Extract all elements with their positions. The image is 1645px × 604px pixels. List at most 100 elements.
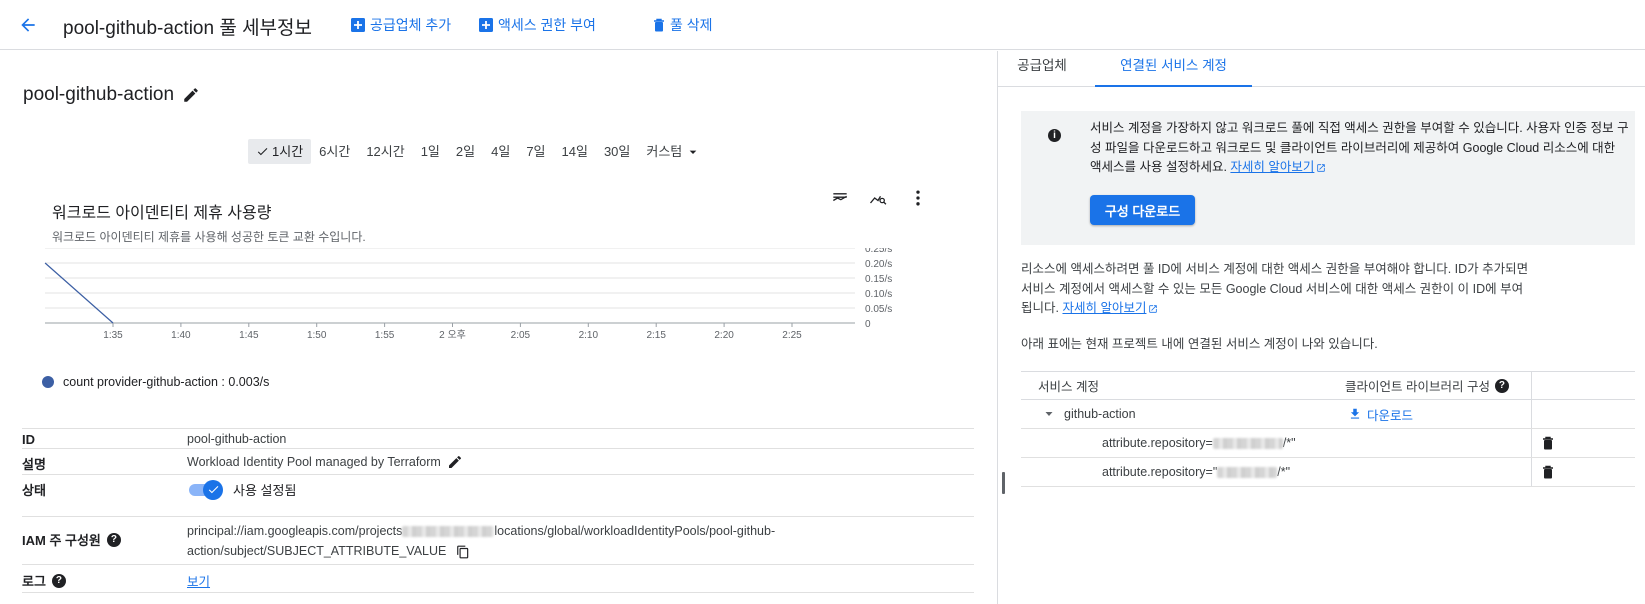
table-row: attribute.repository="/*": [1021, 458, 1635, 487]
time-range-1h[interactable]: 1시간: [248, 139, 312, 164]
time-range-14d[interactable]: 14일: [554, 139, 596, 164]
state-value: 사용 설정됨: [233, 483, 297, 498]
property-row-iam-principal: IAM 주 구성원 ? principal://iam.googleapis.c…: [22, 517, 974, 565]
legend-label: count provider-github-action : 0.003/s: [63, 375, 270, 389]
download-icon: [1350, 408, 1360, 419]
col-header-service-account: 서비스 계정: [1038, 380, 1099, 394]
help-icon[interactable]: ?: [106, 532, 121, 547]
time-range-12h[interactable]: 12시간: [358, 139, 412, 164]
time-range-2d[interactable]: 2일: [448, 139, 483, 164]
chart-subtitle: 워크로드 아이덴티티 제휴를 사용해 성공한 토큰 교환 수입니다.: [52, 230, 366, 244]
x-tick-label: 2 오후: [439, 329, 466, 341]
query-stats-icon: [869, 195, 887, 205]
check-icon: [208, 486, 218, 494]
delete-row-button[interactable]: [1542, 458, 1554, 486]
redacted-repository: [1217, 466, 1278, 478]
collapse-arrow-icon[interactable]: [1043, 408, 1055, 420]
time-range-6h[interactable]: 6시간: [311, 139, 358, 164]
add-box-icon: [351, 18, 365, 32]
chart-legend-toggle-button[interactable]: [828, 186, 852, 210]
usage-chart: 0 0.05/s 0.10/s 0.15/s 0.20/s 0.25/s 1:35 1:40 1…: [44, 248, 892, 341]
right-panel-tabs: 공급업체 연결된 서비스 계정: [998, 51, 1645, 87]
y-tick-label: 0.15/s: [865, 274, 892, 285]
state-label: 상태: [22, 483, 46, 498]
x-tick-label: 2:25: [782, 330, 802, 341]
info-icon: i: [1048, 129, 1061, 142]
add-provider-button[interactable]: 공급업체 추가: [351, 15, 451, 35]
enabled-toggle[interactable]: [187, 479, 223, 500]
table-row: attribute.repository=/*": [1021, 429, 1635, 458]
legend-toggle-icon: [832, 193, 847, 202]
add-provider-label: 공급업체 추가: [370, 17, 452, 33]
info-banner: i 서비스 계정을 가장하지 않고 워크로드 풀에 직접 액세스 권한을 부여할…: [1021, 111, 1635, 245]
chart-title: 워크로드 아이덴티티 제휴 사용량: [52, 205, 272, 222]
back-button[interactable]: [14, 11, 42, 39]
help-icon[interactable]: ?: [51, 573, 66, 588]
edit-pool-name-button[interactable]: [182, 86, 202, 106]
x-tick-label: 1:35: [103, 330, 123, 341]
edit-icon: [184, 88, 198, 102]
property-row-description: 설명 Workload Identity Pool managed by Ter…: [22, 449, 974, 475]
table-row-group: github-action 다운로드: [1021, 400, 1635, 429]
view-logs-link[interactable]: 보기: [187, 571, 210, 590]
logs-label: 로그: [22, 574, 46, 589]
chart-explore-button[interactable]: [866, 186, 890, 210]
x-tick-label: 1:45: [239, 330, 259, 341]
description-value: Workload Identity Pool managed by Terraf…: [187, 455, 441, 469]
x-tick-label: 1:55: [375, 330, 395, 341]
tab-providers[interactable]: 공급업체: [1012, 51, 1072, 87]
col-header-client-library: 클라이언트 라이브러리 구성 ?: [1345, 372, 1509, 399]
y-tick-label: 0.05/s: [865, 304, 892, 315]
time-range-30d[interactable]: 30일: [596, 139, 638, 164]
help-icon[interactable]: ?: [1494, 378, 1509, 393]
delete-icon: [1543, 465, 1553, 479]
grant-access-button[interactable]: 액세스 권한 부여: [479, 15, 596, 35]
pane-resize-handle[interactable]: [1002, 472, 1005, 494]
state-value-wrap: 사용 설정됨: [187, 479, 297, 500]
description-label: 설명: [22, 457, 46, 472]
download-link[interactable]: 다운로드: [1348, 400, 1413, 428]
pool-properties: ID pool-github-action 설명 Workload Identi…: [22, 428, 974, 593]
download-config-button[interactable]: 구성 다운로드: [1090, 195, 1195, 225]
iam-principal-label: IAM 주 구성원: [22, 533, 101, 548]
property-row-logs: 로그 ? 보기: [22, 565, 974, 593]
x-tick-label: 2:05: [511, 330, 531, 341]
group-name: github-action: [1064, 407, 1136, 421]
info-text: 서비스 계정을 가장하지 않고 워크로드 풀에 직접 액세스 권한을 부여할 수…: [1090, 121, 1629, 174]
delete-icon: [1543, 436, 1553, 450]
chart-more-button[interactable]: [906, 186, 930, 210]
time-range-7d[interactable]: 7일: [518, 139, 553, 164]
redacted-repository: [1212, 437, 1283, 449]
group-cell: github-action: [1043, 400, 1136, 428]
add-box-icon: [479, 18, 493, 32]
time-range-custom[interactable]: 커스텀: [638, 139, 709, 164]
learn-more-link[interactable]: 자세히 알아보기: [1062, 301, 1158, 315]
dropdown-arrow-icon: [689, 150, 697, 154]
grant-access-label: 액세스 권한 부여: [498, 17, 596, 33]
pane-divider: [997, 51, 998, 604]
time-range-1d[interactable]: 1일: [413, 139, 448, 164]
tab-service-accounts[interactable]: 연결된 서비스 계정: [1095, 51, 1252, 87]
service-account-table: 서비스 계정 클라이언트 라이브러리 구성 ? github-action 다운…: [1021, 371, 1635, 487]
copy-icon[interactable]: [456, 545, 470, 559]
page-header: pool-github-action 풀 세부정보 공급업체 추가 액세스 권한…: [0, 0, 1645, 50]
pool-name: pool-github-action: [23, 84, 175, 105]
description-value-wrap: Workload Identity Pool managed by Terraf…: [187, 454, 463, 470]
info-text-wrap: 서비스 계정을 가장하지 않고 워크로드 풀에 직접 액세스 권한을 부여할 수…: [1090, 119, 1630, 178]
edit-icon[interactable]: [447, 454, 463, 470]
delete-pool-button[interactable]: 풀 삭제: [653, 15, 713, 35]
redacted-project: [402, 526, 495, 538]
property-row-id: ID pool-github-action: [22, 428, 974, 449]
delete-row-button[interactable]: [1542, 429, 1554, 457]
time-range-selector: 1시간 6시간 12시간 1일 2일 4일 7일 14일 30일 커스텀: [248, 139, 709, 164]
open-in-new-icon: [1317, 163, 1326, 172]
check-icon: [257, 148, 268, 156]
time-range-4d[interactable]: 4일: [483, 139, 518, 164]
x-tick-label: 2:15: [646, 330, 666, 341]
delete-icon: [654, 18, 664, 32]
learn-more-link[interactable]: 자세히 알아보기: [1230, 160, 1326, 174]
x-tick-label: 2:20: [714, 330, 734, 341]
y-tick-label: 0: [865, 319, 871, 330]
property-row-state: 상태 사용 설정됨: [22, 475, 974, 517]
x-tick-label: 2:10: [579, 330, 599, 341]
